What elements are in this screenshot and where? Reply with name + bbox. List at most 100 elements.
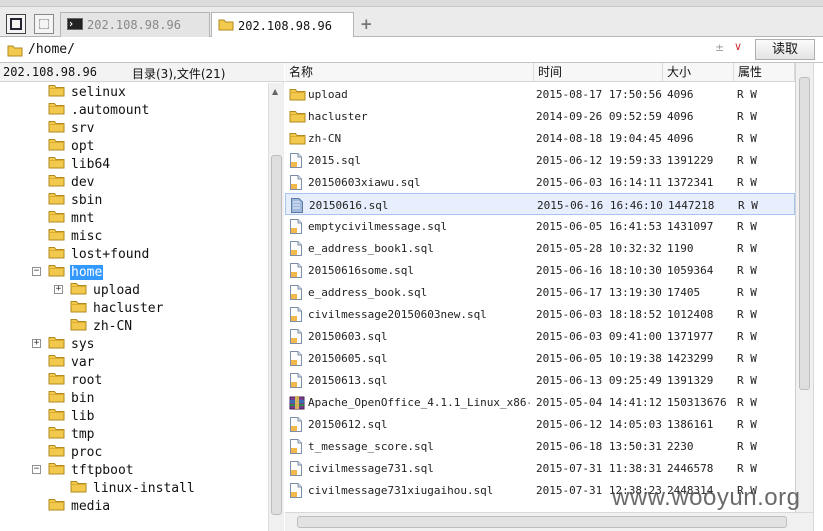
file-row[interactable]: e_address_book.sql 2015-06-17 13:19:30 174… — [285, 281, 795, 303]
directory-tree-pane: 202.108.98.96 目录(3),文件(21) selinux .autom… — [0, 63, 284, 531]
tree-item-proc[interactable]: proc — [48, 443, 103, 461]
column-attributes[interactable]: 属性 — [734, 63, 795, 82]
file-name: civilmessage20150603new.sql — [308, 308, 487, 321]
tree-item-label: upload — [93, 282, 140, 298]
file-attr: R W — [737, 154, 757, 167]
tree-item-label: .automount — [71, 102, 150, 118]
file-row[interactable]: 20150613.sql 2015-06-13 09:25:49 1391329 R … — [285, 369, 795, 391]
file-row[interactable]: 20150603.sql 2015-06-03 09:41:00 1371977 R … — [285, 325, 795, 347]
file-time: 2015-05-28 10:32:32 — [536, 242, 662, 255]
horizontal-scrollbar[interactable] — [285, 512, 813, 531]
tree-scrollbar[interactable]: ▲ — [268, 83, 284, 531]
tree-item-sbin[interactable]: sbin — [48, 191, 103, 209]
read-button[interactable]: 读取 — [755, 39, 815, 60]
file-attr: R W — [737, 264, 757, 277]
file-list-scrollbar[interactable] — [795, 63, 813, 531]
tree-item-mnt[interactable]: mnt — [48, 209, 95, 227]
tree-item-label: sys — [71, 336, 95, 352]
file-row[interactable]: t_message_score.sql 2015-06-18 13:50:31 22… — [285, 435, 795, 457]
tab-session-1[interactable]: 202.108.98.96 — [60, 12, 210, 37]
scroll-thumb[interactable] — [297, 516, 787, 528]
file-time: 2014-09-26 09:52:59 — [536, 110, 662, 123]
tree-item-zh-cn[interactable]: zh-CN — [70, 317, 133, 335]
file-row[interactable]: zh-CN 2014-08-18 19:04:45 4096 R W — [285, 127, 795, 149]
file-time: 2015-07-31 11:38:31 — [536, 462, 662, 475]
file-row[interactable]: 20150603xiawu.sql 2015-06-03 16:14:11 1372… — [285, 171, 795, 193]
folder-icon — [48, 407, 65, 425]
file-row[interactable]: e_address_book1.sql 2015-05-28 10:32:32 11… — [285, 237, 795, 259]
tree-item-label: hacluster — [93, 300, 164, 316]
tree-item-var[interactable]: var — [48, 353, 95, 371]
file-row[interactable]: upload 2015-08-17 17:50:56 4096 R W — [285, 83, 795, 105]
scroll-up-icon[interactable]: ▲ — [272, 87, 278, 96]
folder-icon — [48, 119, 65, 137]
tree-item-media[interactable]: media — [48, 497, 111, 515]
file-row[interactable]: emptycivilmessage.sql 2015-06-05 16:41:53… — [285, 215, 795, 237]
scroll-thumb[interactable] — [799, 77, 810, 390]
file-size: 1372341 — [667, 176, 714, 189]
folder-icon — [48, 137, 65, 155]
file-name: t_message_score.sql — [308, 440, 434, 453]
tree-item-linux-install[interactable]: linux-install — [70, 479, 196, 497]
tree-item-label: bin — [71, 390, 95, 406]
file-row[interactable]: civilmessage731.sql 2015-07-31 11:38:31 24… — [285, 457, 795, 479]
tree-item-misc[interactable]: misc — [48, 227, 103, 245]
tree-item-automount[interactable]: .automount — [48, 101, 150, 119]
tree-item-srv[interactable]: srv — [48, 119, 95, 137]
file-row[interactable]: 20150616.sql 2015-06-16 16:46:10 1447218 R … — [285, 193, 795, 215]
file-size: 4096 — [667, 88, 694, 101]
tree-item-label: opt — [71, 138, 95, 154]
screen-icon[interactable] — [34, 14, 54, 34]
file-name: e_address_book.sql — [308, 286, 428, 299]
tree-item-sys[interactable]: sys — [48, 335, 95, 353]
file-attr: R W — [737, 308, 757, 321]
tree-item-root[interactable]: root — [48, 371, 103, 389]
path-input[interactable]: /home/ — [28, 42, 75, 57]
tree-item-bin[interactable]: bin — [48, 389, 95, 407]
chevron-down-icon[interactable]: ∨ — [734, 40, 742, 53]
tree-item-upload[interactable]: upload — [70, 281, 141, 299]
expand-icon[interactable]: + — [32, 339, 41, 348]
file-row[interactable]: 20150605.sql 2015-06-05 10:19:38 1423299 R … — [285, 347, 795, 369]
file-row[interactable]: hacluster 2014-09-26 09:52:59 4096 R W — [285, 105, 795, 127]
file-row[interactable]: 2015.sql 2015-06-12 19:59:33 1391229 R W — [285, 149, 795, 171]
file-size: 17405 — [667, 286, 701, 299]
tree-item-lib64[interactable]: lib64 — [48, 155, 111, 173]
tree-item-dev[interactable]: dev — [48, 173, 95, 191]
file-attr: R W — [737, 220, 757, 233]
panel-toggle-icon[interactable] — [6, 14, 26, 34]
file-row[interactable]: Apache_OpenOffice_4.1.1_Linux_x86-... 201… — [285, 391, 795, 413]
tab-session-2[interactable]: 202.108.98.96 — [211, 12, 354, 38]
file-attr: R W — [738, 199, 758, 212]
folder-icon — [48, 443, 65, 461]
file-row[interactable]: 20150616some.sql 2015-06-16 18:10:30 10593… — [285, 259, 795, 281]
file-name: 20150613.sql — [308, 374, 388, 387]
file-attr: R W — [737, 418, 757, 431]
history-icon[interactable]: ± — [715, 41, 724, 54]
scroll-thumb[interactable] — [271, 155, 282, 515]
tree-item-opt[interactable]: opt — [48, 137, 95, 155]
column-name[interactable]: 名称 — [285, 63, 534, 82]
tree-item-label: srv — [71, 120, 95, 136]
file-name: civilmessage731xiugaihou.sql — [308, 484, 494, 497]
tree-item-tmp[interactable]: tmp — [48, 425, 95, 443]
file-row[interactable]: civilmessage20150603new.sql 2015-06-03 18… — [285, 303, 795, 325]
expand-icon[interactable]: + — [54, 285, 63, 294]
column-time[interactable]: 时间 — [534, 63, 663, 82]
column-size[interactable]: 大小 — [663, 63, 734, 82]
tree-item-lost-found[interactable]: lost+found — [48, 245, 150, 263]
add-tab-button[interactable]: + — [360, 15, 373, 33]
file-row[interactable]: 20150612.sql 2015-06-12 14:05:03 1386161 R … — [285, 413, 795, 435]
file-name: Apache_OpenOffice_4.1.1_Linux_x86-... — [308, 396, 530, 409]
collapse-icon[interactable]: − — [32, 465, 41, 474]
tree-item-selinux[interactable]: selinux — [48, 83, 127, 101]
tree-item-tftpboot[interactable]: tftpboot — [48, 461, 135, 479]
tree-item-home[interactable]: home — [48, 263, 104, 281]
file-size: 1190 — [667, 242, 694, 255]
tree-item-hacluster[interactable]: hacluster — [70, 299, 164, 317]
collapse-icon[interactable]: − — [32, 267, 41, 276]
document-icon — [289, 285, 303, 303]
tree-item-lib[interactable]: lib — [48, 407, 95, 425]
folder-icon — [7, 44, 23, 60]
file-attr: R W — [737, 352, 757, 365]
